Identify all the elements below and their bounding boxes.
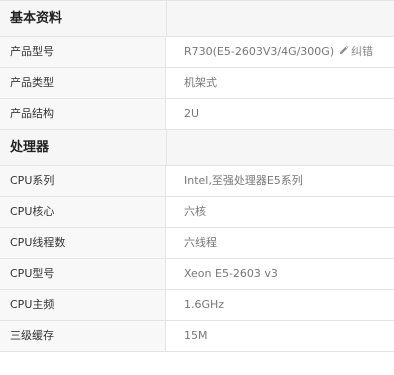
spec-value: R730(E5-2603V3/4G/300G) xyxy=(184,45,335,58)
spec-key: 产品型号 xyxy=(0,37,166,67)
spec-row-cpu-threads: CPU线程数 六线程 xyxy=(0,228,394,259)
edit-link[interactable]: 纠错 xyxy=(338,37,373,67)
spec-key: 三级缓存 xyxy=(0,321,166,351)
section-divider xyxy=(166,1,167,36)
spec-table: 基本资料 产品型号 R730(E5-2603V3/4G/300G) 纠错 产品类… xyxy=(0,0,394,352)
spec-row-structure: 产品结构 2U xyxy=(0,99,394,130)
spec-key: CPU核心 xyxy=(0,197,166,227)
spec-row-cpu-cores: CPU核心 六核 xyxy=(0,197,394,228)
section-divider xyxy=(166,130,167,165)
spec-value: 六线程 xyxy=(184,236,217,249)
spec-value: 1.6GHz xyxy=(184,298,225,311)
edit-label: 纠错 xyxy=(351,45,373,58)
spec-key: CPU型号 xyxy=(0,259,166,289)
spec-value: 15M xyxy=(184,329,208,342)
spec-key: 产品结构 xyxy=(0,99,166,129)
section-title-basic: 基本资料 xyxy=(10,11,63,26)
section-header-cpu: 处理器 xyxy=(0,130,394,166)
spec-key: 产品类型 xyxy=(0,68,166,98)
spec-value: 六核 xyxy=(184,205,206,218)
spec-row-type: 产品类型 机架式 xyxy=(0,68,394,99)
spec-value: 2U xyxy=(184,107,200,120)
spec-value: Xeon E5-2603 v3 xyxy=(184,267,278,280)
spec-row-cpu-series: CPU系列 Intel,至强处理器E5系列 xyxy=(0,166,394,197)
pencil-icon xyxy=(339,45,349,55)
spec-row-cpu-model: CPU型号 Xeon E5-2603 v3 xyxy=(0,259,394,290)
spec-row-model: 产品型号 R730(E5-2603V3/4G/300G) 纠错 xyxy=(0,37,394,68)
spec-row-l3-cache: 三级缓存 15M xyxy=(0,321,394,352)
spec-key: CPU主频 xyxy=(0,290,166,320)
section-header-basic: 基本资料 xyxy=(0,1,394,37)
spec-row-cpu-frequency: CPU主频 1.6GHz xyxy=(0,290,394,321)
section-title-cpu: 处理器 xyxy=(10,140,50,155)
spec-value: 机架式 xyxy=(184,76,217,89)
spec-value: Intel,至强处理器E5系列 xyxy=(184,174,303,187)
spec-key: CPU系列 xyxy=(0,166,166,196)
spec-key: CPU线程数 xyxy=(0,228,166,258)
